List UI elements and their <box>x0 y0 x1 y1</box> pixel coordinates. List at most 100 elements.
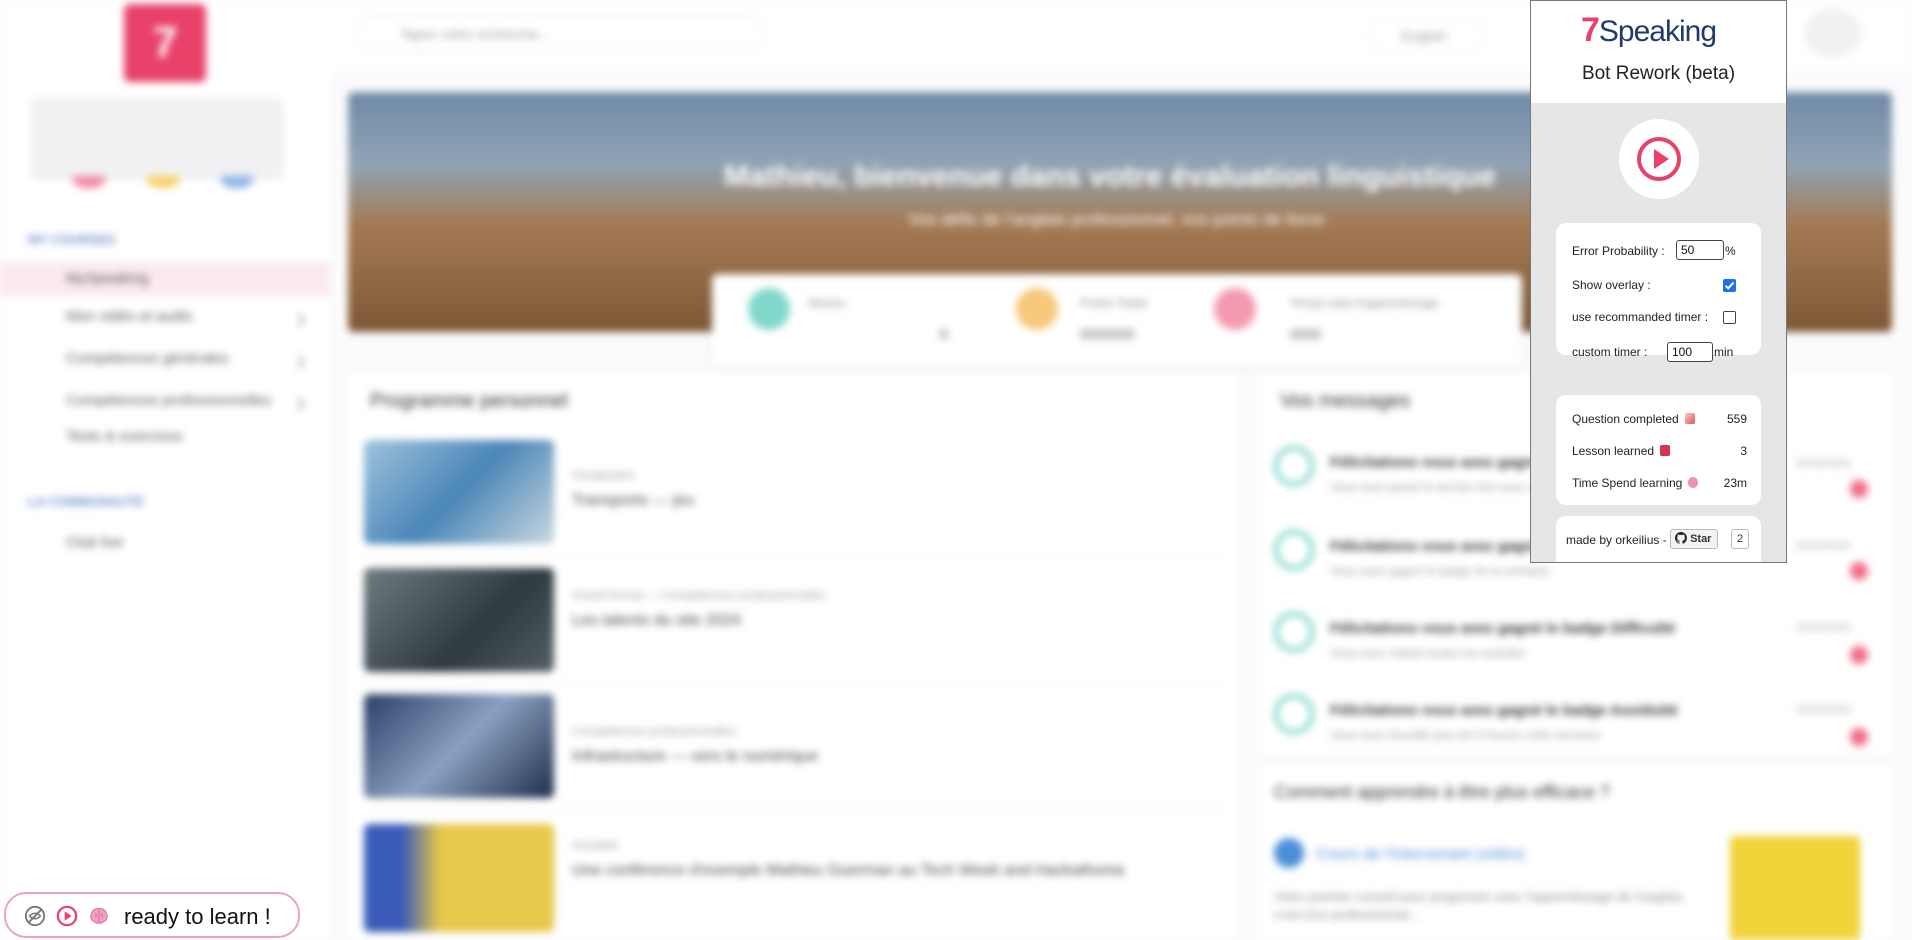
sidebar-item-club-live[interactable]: Club live <box>66 534 124 551</box>
program-thumbnail[interactable] <box>364 694 554 798</box>
learn-image <box>1730 836 1860 940</box>
headphones-icon <box>1274 530 1314 570</box>
profile-dot <box>72 176 106 188</box>
app-logo[interactable]: 7 <box>124 4 206 82</box>
messages-title: Vos messages <box>1280 390 1411 412</box>
brain-icon <box>90 908 108 924</box>
stat-label: Niveau <box>808 296 846 310</box>
profile-dot <box>146 176 180 188</box>
custom-timer-input[interactable] <box>1667 342 1713 362</box>
stats-card <box>712 274 1522 366</box>
level-icon <box>748 288 790 330</box>
sidebar: 7 MY COURSES MySpeaking Mon vidéo et aud… <box>0 0 330 940</box>
time-spent-label: Time Spend learning <box>1572 476 1699 490</box>
chevron-right-icon[interactable]: ❯ <box>296 354 306 368</box>
extension-popup: 7Speaking Bot Rework (beta) Error Probab… <box>1530 0 1787 563</box>
sidebar-item-tests[interactable]: Tests & exercices <box>66 428 183 445</box>
program-thumbnail[interactable] <box>364 824 554 932</box>
message-title[interactable]: Félicitations vous avez gagné le badge D… <box>1330 620 1675 637</box>
recommended-timer-label: use recommanded timer : <box>1572 310 1709 324</box>
stats-card: Question completed 559 Lesson learned 3 … <box>1556 395 1761 505</box>
star-count[interactable]: 2 <box>1731 529 1749 549</box>
message-body: Vous avez réalisé toutes les activités <box>1330 646 1526 660</box>
program-item-title[interactable]: Une conférence d'exemple Mathieu Guerman… <box>572 862 1124 880</box>
lessons-learned-text: Lesson learned <box>1572 444 1655 458</box>
stat-value: 0000000 <box>1080 326 1135 342</box>
search-input[interactable]: Tapez votre recherche... <box>355 16 765 52</box>
star-label: Star <box>1690 533 1712 545</box>
chevron-right-icon[interactable]: ❯ <box>296 396 306 410</box>
unread-badge <box>1850 562 1868 580</box>
logo-text: Speaking <box>1598 15 1717 48</box>
program-thumbnail[interactable] <box>364 568 554 672</box>
learn-text: Votre premier conseil pour progresser av… <box>1274 889 1686 922</box>
headphones-icon <box>1274 612 1314 652</box>
stat-label: Temps total d'apprentissage <box>1290 296 1440 310</box>
unread-badge <box>1850 480 1868 498</box>
message-body: Vous avez travaillé plus de 5 heures cet… <box>1330 728 1601 742</box>
program-item-meta: Compétences professionnelles <box>572 724 737 738</box>
popup-header: 7Speaking Bot Rework (beta) <box>1531 1 1786 103</box>
questions-completed-label: Question completed <box>1572 412 1695 426</box>
brain-icon <box>1688 477 1699 488</box>
message-body: Vous avez gagné le badge de la semaine <box>1330 564 1550 578</box>
headphones-icon <box>1274 694 1314 734</box>
github-star-button[interactable]: Star <box>1670 529 1719 549</box>
sidebar-section-courses: MY COURSES <box>28 232 116 247</box>
message-date: 00/00/0000 <box>1796 458 1852 470</box>
stat-value: 0000 <box>1290 326 1322 342</box>
time-spent-text: Time Spend learning <box>1572 476 1683 490</box>
sidebar-section-community: LA COMMUNAUTÉ <box>28 494 144 509</box>
error-probability-input[interactable] <box>1676 240 1724 260</box>
program-item-title[interactable]: Les talents du site 2024 <box>572 612 741 630</box>
unread-badge <box>1850 646 1868 664</box>
bot-overlay: ready to learn ! <box>4 892 300 938</box>
message-title[interactable]: Félicitations vous avez gagné le badge A… <box>1330 702 1678 719</box>
program-item-title[interactable]: Infrastructure — vers le numérique <box>572 748 818 766</box>
gauge-icon <box>1214 288 1256 330</box>
minutes-unit: min <box>1714 345 1734 359</box>
play-button[interactable] <box>1619 119 1699 199</box>
info-icon <box>1274 838 1304 868</box>
program-title: Programme personnel <box>370 390 568 412</box>
sidebar-item-pro-skills[interactable]: Compétences professionnelles <box>66 392 271 409</box>
show-overlay-label: Show overlay : <box>1572 278 1651 292</box>
check-icon <box>1724 281 1735 290</box>
program-item-meta: Actualité <box>572 838 619 852</box>
overlay-status-text: ready to learn ! <box>124 904 271 929</box>
logo-seven: 7 <box>1581 11 1600 49</box>
recommended-timer-checkbox[interactable] <box>1723 311 1736 324</box>
sidebar-item-general-skills[interactable]: Compétences générales <box>66 350 229 367</box>
learn-link[interactable]: Cours de l'intervenant (vidéo) <box>1316 846 1525 864</box>
questions-completed-text: Question completed <box>1572 412 1679 426</box>
program-item-title[interactable]: Transports — jeu <box>572 492 694 510</box>
message-date: 00/00/0000 <box>1796 622 1852 634</box>
chevron-right-icon[interactable]: ❯ <box>296 312 306 326</box>
custom-timer-label: custom timer : <box>1572 345 1648 359</box>
stat-value: 8 <box>940 326 948 342</box>
stat-label: Points Totals <box>1080 296 1148 310</box>
options-card: Error Probability : % Show overlay : use… <box>1556 223 1761 362</box>
message-date: 00/00/0000 <box>1796 704 1852 716</box>
language-select[interactable]: English <box>1368 18 1486 52</box>
user-avatar[interactable] <box>1804 8 1862 58</box>
eye-off-icon[interactable] <box>24 905 46 927</box>
play-circle-icon <box>1637 137 1681 181</box>
popup-subtitle: Bot Rework (beta) <box>1581 63 1736 84</box>
divider <box>364 682 1224 683</box>
lessons-learned-label: Lesson learned <box>1572 444 1671 458</box>
program-item-meta: Vocabulaire <box>572 468 635 482</box>
play-circle-icon[interactable] <box>56 905 78 927</box>
sidebar-item-video-audio[interactable]: Mon vidéo et audio <box>66 308 193 325</box>
banner-title: Mathieu, bienvenue dans votre évaluation… <box>724 160 1496 193</box>
show-overlay-checkbox[interactable] <box>1723 279 1736 292</box>
program-item-meta: Grand format — Compétences professionnel… <box>572 588 826 602</box>
error-probability-label: Error Probability : <box>1572 244 1665 258</box>
sidebar-item-myspeaking[interactable]: MySpeaking <box>66 270 149 287</box>
github-icon <box>1675 532 1688 544</box>
percent-unit: % <box>1725 244 1736 258</box>
headphones-icon <box>1274 446 1314 486</box>
book-icon <box>1660 445 1671 456</box>
program-thumbnail[interactable] <box>364 440 554 544</box>
made-by-text: made by orkeilius - <box>1566 533 1667 547</box>
